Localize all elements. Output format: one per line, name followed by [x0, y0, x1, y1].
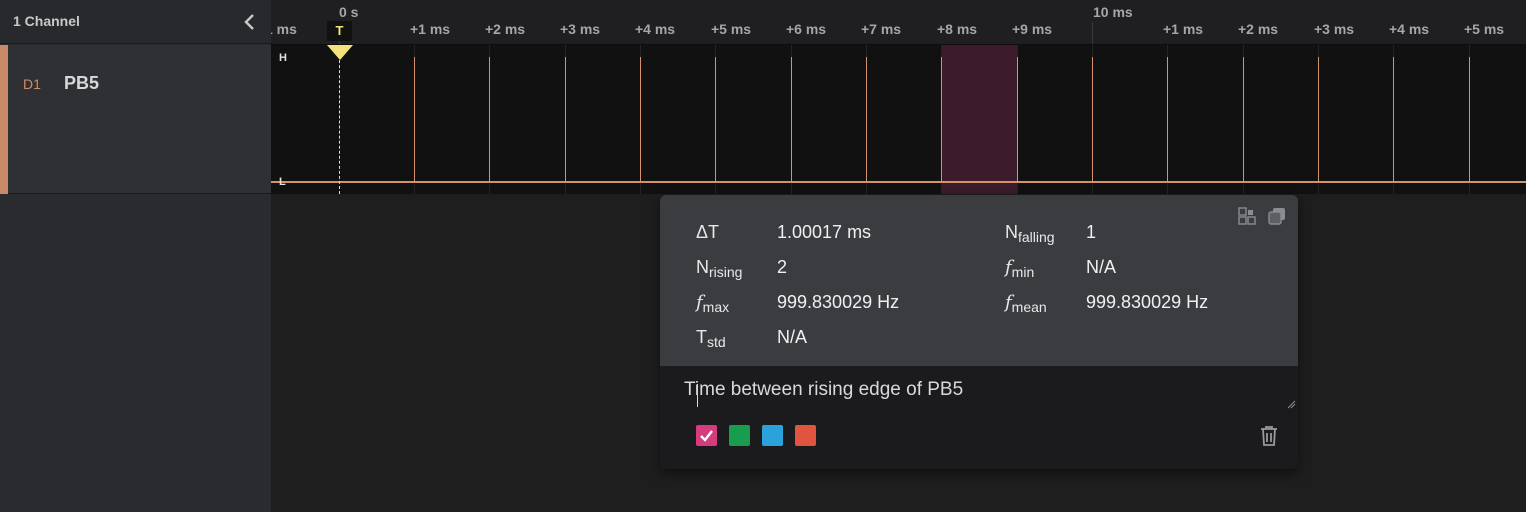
stat-label-f-mean: fmean: [1005, 292, 1047, 315]
tick-line: [1092, 22, 1093, 44]
stat-label-f-max: fmax: [696, 292, 730, 315]
copy-button[interactable]: [1267, 206, 1287, 226]
stat-value-n-falling: 1: [1086, 222, 1097, 242]
color-swatch-red[interactable]: [795, 425, 816, 446]
collapse-sidebar-button[interactable]: [240, 11, 260, 33]
tick-label: +1 ms: [410, 21, 451, 37]
stat-label-n-rising: Nrising: [696, 257, 743, 280]
copy-icon: [1268, 208, 1285, 225]
time-ruler[interactable]: 0 s 10 ms 1 ms +1 ms +2 ms +3 ms +4 ms +…: [271, 0, 1526, 45]
signal-pulse: [715, 57, 716, 182]
signal-pulse: [1167, 57, 1168, 182]
tick-label: +1 ms: [1163, 21, 1204, 37]
signal-pulse: [1092, 57, 1093, 182]
text-caret: [697, 384, 698, 407]
checkmark-icon: [700, 430, 713, 442]
stat-label-n-falling: Nfalling: [1005, 222, 1055, 245]
signal-low-line: [271, 181, 1526, 183]
channel-sidebar: 1 Channel D1 PB5: [0, 0, 271, 512]
tick-label: +6 ms: [786, 21, 827, 37]
stat-value-f-mean: 999.830029 Hz: [1086, 292, 1209, 312]
measurement-note-input[interactable]: Time between rising edge of PB5: [684, 379, 1298, 411]
trigger-arrow-icon[interactable]: [327, 45, 353, 60]
stat-label-t-std: Tstd: [696, 327, 726, 350]
color-swatch-green[interactable]: [729, 425, 750, 446]
signal-pulse: [414, 57, 415, 182]
signal-pulse: [1469, 57, 1470, 182]
trigger-line: [339, 45, 340, 194]
measurement-region[interactable]: [941, 45, 1017, 194]
low-level-label: L: [279, 176, 286, 188]
tick-label: +4 ms: [1389, 21, 1430, 37]
measurement-popup: ΔT 1.00017 ms Nfalling 1 Nrising 2 fmin …: [660, 195, 1298, 469]
stat-label-f-min: fmin: [1005, 257, 1035, 280]
sidebar-header: 1 Channel: [0, 0, 271, 44]
tick-label: +2 ms: [485, 21, 526, 37]
delete-measurement-button[interactable]: [1258, 424, 1280, 448]
stat-value-f-min: N/A: [1086, 257, 1117, 277]
trash-icon: [1261, 426, 1277, 446]
color-swatch-pink[interactable]: [696, 425, 717, 446]
tick-label: +7 ms: [861, 21, 902, 37]
tick-label: +5 ms: [711, 21, 752, 37]
channel-id: D1: [23, 76, 41, 92]
signal-pulse: [941, 57, 942, 182]
signal-pulse: [489, 57, 490, 182]
signal-pulse: [1318, 57, 1319, 182]
channel-color-bar: [0, 45, 8, 194]
stat-value-delta-t: 1.00017 ms: [777, 222, 872, 242]
stat-label-delta-t: ΔT: [696, 222, 720, 242]
trigger-marker[interactable]: T: [327, 21, 352, 41]
high-level-label: H: [279, 52, 287, 64]
chevron-left-icon: [244, 14, 254, 30]
tick-label: +4 ms: [635, 21, 676, 37]
resize-grip-icon[interactable]: [1286, 399, 1296, 409]
major-tick-label: 0 s: [339, 4, 359, 20]
channel-row[interactable]: D1 PB5: [0, 45, 271, 194]
stat-value-n-rising: 2: [777, 257, 788, 277]
layout-icon: [1238, 207, 1256, 225]
tick-label: +2 ms: [1238, 21, 1279, 37]
signal-pulse: [866, 57, 867, 182]
tick-label: +9 ms: [1012, 21, 1053, 37]
channel-count: 1 Channel: [13, 13, 80, 29]
pin-layout-button[interactable]: [1237, 206, 1257, 226]
signal-pulse: [1017, 57, 1018, 182]
color-swatch-blue[interactable]: [762, 425, 783, 446]
signal-pulse: [565, 57, 566, 182]
major-tick-label: 10 ms: [1093, 4, 1133, 20]
tick-label: +3 ms: [560, 21, 601, 37]
signal-pulse: [1393, 57, 1394, 182]
stat-value-t-std: N/A: [777, 327, 808, 347]
channel-name[interactable]: PB5: [64, 73, 99, 94]
signal-pulse: [791, 57, 792, 182]
measurement-stats: ΔT 1.00017 ms Nfalling 1 Nrising 2 fmin …: [660, 195, 1298, 366]
waveform-view[interactable]: H L: [271, 45, 1526, 194]
signal-pulse: [1243, 57, 1244, 182]
tick-label: +3 ms: [1314, 21, 1355, 37]
tick-label: +8 ms: [937, 21, 978, 37]
stat-value-f-max: 999.830029 Hz: [777, 292, 900, 312]
tick-label: +5 ms: [1464, 21, 1505, 37]
sidebar-empty-area: [0, 195, 271, 512]
tick-label: 1 ms: [271, 21, 297, 37]
signal-pulse: [640, 57, 641, 182]
